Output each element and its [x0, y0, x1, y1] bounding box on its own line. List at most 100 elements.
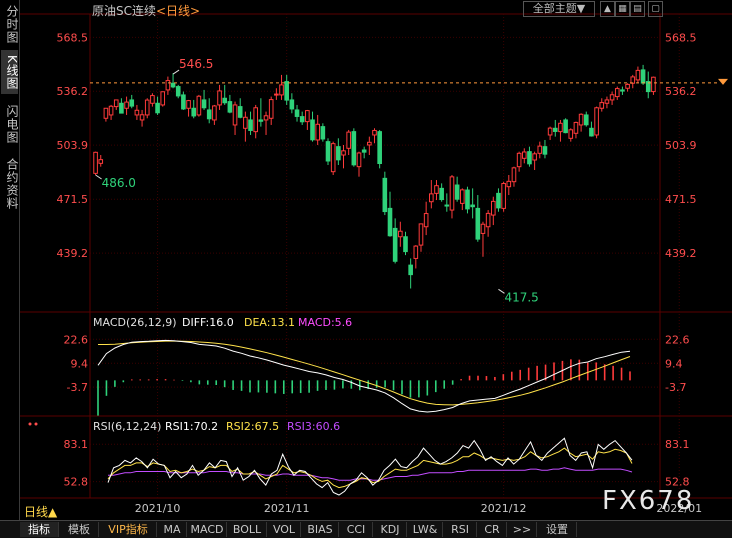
tab-more[interactable]: >> — [508, 522, 537, 537]
candle-body — [392, 227, 398, 262]
tab-vip-indicators[interactable]: VIP指标 — [100, 522, 157, 537]
tab-cr[interactable]: CR — [478, 522, 507, 537]
macd-diff-label: DIFF:16.0 — [182, 316, 234, 329]
dea-line — [98, 340, 631, 406]
chart-title: 原油SC连续<日线> — [92, 2, 200, 19]
theme-select-button[interactable]: 全部主题▼ — [523, 1, 595, 17]
candle-body — [490, 200, 496, 216]
candle-body — [573, 121, 579, 134]
tab-rsi[interactable]: RSI — [444, 522, 477, 537]
tab-settings[interactable]: 设置 — [538, 522, 577, 537]
candle-body — [475, 207, 481, 240]
candle-body — [320, 126, 326, 140]
candle-body — [465, 189, 470, 210]
candle-body — [305, 110, 310, 123]
tab-boll[interactable]: BOLL — [228, 522, 267, 537]
candle-body — [614, 88, 620, 98]
y-tick-label-right: 536.2 — [665, 85, 697, 98]
candle-body — [144, 99, 150, 116]
candle-body — [387, 207, 393, 237]
candle-body — [496, 192, 501, 209]
macd-y-tick-left: 9.4 — [71, 357, 89, 370]
candle-body — [253, 107, 259, 133]
tab-contract-info[interactable]: 合约资料 — [1, 154, 19, 214]
y-tick-label-right: 568.5 — [665, 31, 697, 44]
candle-body — [119, 102, 124, 114]
candle-body — [175, 86, 181, 97]
tab-indicators[interactable]: 指标 — [20, 522, 59, 537]
rsi1-label: RSI1:70.2 — [165, 420, 218, 433]
candle-body — [243, 116, 248, 129]
candle-body — [511, 167, 517, 183]
candle-body — [609, 94, 615, 101]
candle-body — [563, 119, 568, 134]
tab-kdj[interactable]: KDJ — [374, 522, 407, 537]
layout-icon[interactable]: ▤ — [630, 1, 645, 17]
tab-ma[interactable]: MA — [158, 522, 187, 537]
candle-body — [537, 145, 543, 154]
candle-body — [480, 223, 486, 234]
candle-body — [98, 159, 104, 164]
chart-canvas: 546.5486.0417.5552.3 2021/102021/112021/… — [20, 13, 732, 515]
tab-flash-chart[interactable]: 闪电图 — [1, 100, 19, 148]
rsi2-label: RSI2:67.5 — [226, 420, 279, 433]
candle-body — [532, 153, 537, 161]
candle-body — [191, 107, 197, 117]
candle-body — [625, 83, 630, 89]
tab-kline[interactable]: K线图 — [1, 50, 19, 94]
candlestick-series: 546.5486.0417.5552.3 — [90, 57, 728, 304]
candle-body — [594, 107, 599, 136]
candle-body — [423, 213, 429, 228]
candle-body — [222, 97, 228, 104]
tab-templates[interactable]: 模板 — [60, 522, 99, 537]
candle-body — [640, 69, 646, 84]
watermark: FX678 — [602, 486, 695, 516]
price-annotation: 486.0 — [102, 176, 136, 190]
arrow-up-icon[interactable]: ▲ — [600, 1, 615, 17]
macd-panel — [97, 339, 631, 416]
candle-body — [449, 176, 455, 211]
macd-y-tick-right: -3.7 — [665, 381, 686, 394]
period-toggle[interactable]: 日线▲ — [24, 503, 57, 520]
y-tick-label-right: 503.9 — [665, 139, 697, 152]
candle-body — [578, 113, 584, 126]
y-tick-label-right: 471.5 — [665, 193, 697, 206]
candle-body — [196, 95, 202, 116]
candle-body — [341, 150, 346, 156]
window-icon[interactable]: ▢ — [648, 1, 663, 17]
candle-body — [248, 119, 253, 131]
candle-body — [429, 193, 434, 203]
candle-body — [418, 223, 424, 246]
candle-body — [501, 183, 506, 209]
marker-dot — [34, 422, 38, 426]
candle-body — [217, 90, 222, 106]
candle-body — [583, 114, 589, 126]
diff-line — [97, 339, 631, 413]
candle-body — [206, 109, 212, 120]
candle-body — [506, 180, 512, 188]
candle-body — [279, 84, 284, 96]
candle-body — [181, 94, 186, 110]
indicator-tab-bar: 指标 模板 VIP指标 MA MACD BOLL VOL BIAS CCI KD… — [0, 520, 732, 538]
candle-body — [444, 204, 450, 207]
tab-macd[interactable]: MACD — [188, 522, 227, 537]
tab-intraday[interactable]: 分时图 — [1, 4, 19, 44]
macd-y-tick-right: 22.6 — [665, 333, 690, 346]
candle-body — [547, 127, 553, 136]
candle-body — [599, 102, 605, 109]
candle-body — [155, 102, 160, 114]
y-tick-label-right: 439.2 — [665, 247, 697, 260]
tab-cci[interactable]: CCI — [340, 522, 373, 537]
candle-body — [367, 141, 372, 146]
grid-icon[interactable]: ▦ — [615, 1, 630, 17]
tab-bias[interactable]: BIAS — [302, 522, 339, 537]
candle-body — [604, 99, 610, 104]
candle-body — [310, 119, 315, 141]
tab-vol[interactable]: VOL — [268, 522, 301, 537]
candle-body — [289, 99, 295, 110]
candle-body — [108, 105, 114, 116]
rsi3-label: RSI3:60.6 — [287, 420, 340, 433]
marker-dot — [28, 422, 32, 426]
tab-lw[interactable]: LW& — [408, 522, 443, 537]
rsi-y-tick-left: 83.1 — [64, 438, 89, 451]
